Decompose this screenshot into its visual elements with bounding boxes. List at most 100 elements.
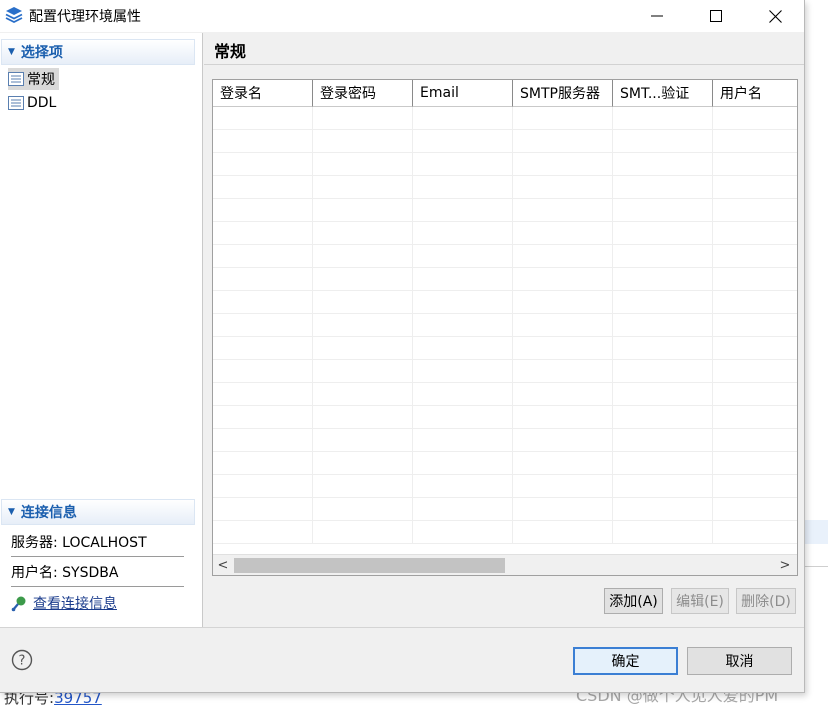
delete-button[interactable]: 删除(D) — [736, 588, 796, 614]
table-cell[interactable] — [713, 452, 797, 475]
table-cell[interactable] — [313, 337, 413, 360]
column-header-email[interactable]: Email — [413, 80, 513, 107]
table-cell[interactable] — [613, 337, 713, 360]
table-cell[interactable] — [413, 429, 513, 452]
column-header-login[interactable]: 登录名 — [213, 80, 313, 107]
table-cell[interactable] — [713, 429, 797, 452]
table-cell[interactable] — [613, 199, 713, 222]
column-header-smtp-auth[interactable]: SMT...验证 — [613, 80, 713, 107]
table-cell[interactable] — [213, 360, 313, 383]
table-cell[interactable] — [413, 245, 513, 268]
connection-section-header[interactable]: ▼ 连接信息 — [1, 499, 195, 525]
table-cell[interactable] — [313, 314, 413, 337]
table-row[interactable] — [213, 268, 797, 291]
table-cell[interactable] — [213, 383, 313, 406]
select-section-header[interactable]: ▼ 选择项 — [1, 39, 195, 65]
table-cell[interactable] — [213, 337, 313, 360]
table-cell[interactable] — [613, 291, 713, 314]
table-cell[interactable] — [313, 130, 413, 153]
table-cell[interactable] — [213, 452, 313, 475]
table-cell[interactable] — [413, 291, 513, 314]
table-cell[interactable] — [513, 429, 613, 452]
table-cell[interactable] — [213, 314, 313, 337]
table-row[interactable] — [213, 130, 797, 153]
table-cell[interactable] — [213, 475, 313, 498]
table-cell[interactable] — [413, 406, 513, 429]
table-cell[interactable] — [213, 199, 313, 222]
table-cell[interactable] — [713, 268, 797, 291]
table-cell[interactable] — [713, 291, 797, 314]
table-cell[interactable] — [213, 291, 313, 314]
table-cell[interactable] — [713, 337, 797, 360]
table-cell[interactable] — [613, 452, 713, 475]
help-icon[interactable]: ? — [11, 649, 33, 671]
table-row[interactable] — [213, 475, 797, 498]
table-row[interactable] — [213, 406, 797, 429]
table-cell[interactable] — [513, 107, 613, 130]
table-cell[interactable] — [213, 153, 313, 176]
table-cell[interactable] — [213, 176, 313, 199]
table-cell[interactable] — [213, 429, 313, 452]
table-cell[interactable] — [213, 268, 313, 291]
table-cell[interactable] — [313, 498, 413, 521]
table-cell[interactable] — [213, 498, 313, 521]
table-cell[interactable] — [613, 176, 713, 199]
column-header-password[interactable]: 登录密码 — [313, 80, 413, 107]
minimize-button[interactable] — [628, 0, 686, 32]
table-cell[interactable] — [713, 406, 797, 429]
table-cell[interactable] — [513, 176, 613, 199]
table-cell[interactable] — [713, 360, 797, 383]
table-cell[interactable] — [213, 107, 313, 130]
table-cell[interactable] — [513, 245, 613, 268]
table-cell[interactable] — [613, 130, 713, 153]
table-cell[interactable] — [513, 521, 613, 544]
table-cell[interactable] — [713, 222, 797, 245]
table-cell[interactable] — [313, 245, 413, 268]
table-cell[interactable] — [513, 153, 613, 176]
table-cell[interactable] — [313, 268, 413, 291]
table-cell[interactable] — [413, 314, 513, 337]
table-cell[interactable] — [613, 153, 713, 176]
table-cell[interactable] — [513, 498, 613, 521]
ok-button[interactable]: 确定 — [573, 647, 678, 675]
table-cell[interactable] — [313, 360, 413, 383]
table-cell[interactable] — [513, 199, 613, 222]
table-cell[interactable] — [713, 130, 797, 153]
sidebar-item-ddl[interactable]: DDL — [8, 92, 60, 114]
table-cell[interactable] — [513, 314, 613, 337]
table-cell[interactable] — [613, 360, 713, 383]
table-cell[interactable] — [313, 176, 413, 199]
table-cell[interactable] — [713, 199, 797, 222]
table-cell[interactable] — [413, 337, 513, 360]
table-row[interactable] — [213, 176, 797, 199]
table-cell[interactable] — [513, 268, 613, 291]
table-cell[interactable] — [513, 360, 613, 383]
table-cell[interactable] — [313, 475, 413, 498]
table-row[interactable] — [213, 199, 797, 222]
table-row[interactable] — [213, 107, 797, 130]
table-row[interactable] — [213, 383, 797, 406]
table-cell[interactable] — [613, 383, 713, 406]
table-cell[interactable] — [413, 521, 513, 544]
table-cell[interactable] — [713, 153, 797, 176]
table-cell[interactable] — [613, 429, 713, 452]
table-row[interactable] — [213, 222, 797, 245]
table-cell[interactable] — [713, 245, 797, 268]
table-cell[interactable] — [213, 130, 313, 153]
table-cell[interactable] — [413, 452, 513, 475]
table-row[interactable] — [213, 498, 797, 521]
table-cell[interactable] — [413, 130, 513, 153]
table-cell[interactable] — [713, 176, 797, 199]
table-cell[interactable] — [313, 452, 413, 475]
table-cell[interactable] — [313, 222, 413, 245]
table-cell[interactable] — [313, 199, 413, 222]
table-cell[interactable] — [613, 107, 713, 130]
add-button[interactable]: 添加(A) — [604, 588, 663, 614]
table-row[interactable] — [213, 314, 797, 337]
maximize-button[interactable] — [687, 0, 745, 32]
table-cell[interactable] — [413, 360, 513, 383]
table-cell[interactable] — [413, 176, 513, 199]
table-row[interactable] — [213, 521, 797, 544]
table-cell[interactable] — [613, 222, 713, 245]
table-cell[interactable] — [313, 429, 413, 452]
